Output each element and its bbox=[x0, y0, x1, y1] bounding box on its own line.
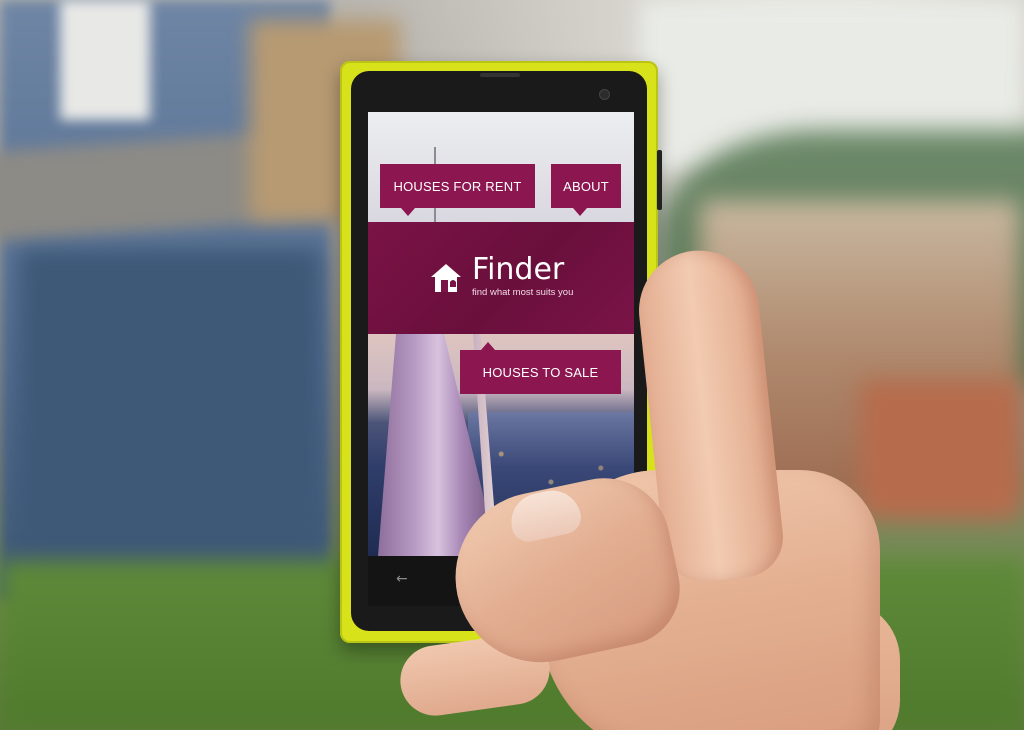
app-tagline: find what most suits you bbox=[472, 287, 574, 298]
houses-to-sale-label: HOUSES TO SALE bbox=[482, 364, 599, 380]
side-button bbox=[657, 150, 662, 210]
house-icon bbox=[431, 263, 461, 292]
speaker-grille bbox=[480, 73, 520, 77]
rent-pointer bbox=[401, 208, 415, 216]
front-camera-icon bbox=[599, 89, 610, 100]
background-window bbox=[60, 0, 150, 120]
back-arrow-icon[interactable]: ← bbox=[396, 571, 408, 587]
houses-for-rent-label: HOUSES FOR RENT bbox=[393, 178, 522, 194]
app-name: Finder bbox=[472, 252, 565, 287]
scene: HOUSES FOR RENT ABOUT Finder find what m… bbox=[0, 0, 1024, 730]
about-pointer bbox=[573, 208, 587, 216]
houses-to-sale-button[interactable]: HOUSES TO SALE bbox=[460, 350, 621, 394]
about-button[interactable]: ABOUT bbox=[551, 164, 621, 208]
houses-for-rent-button[interactable]: HOUSES FOR RENT bbox=[380, 164, 535, 208]
background-brick-house bbox=[860, 380, 1020, 520]
finder-logo: Finder find what most suits you bbox=[428, 255, 573, 298]
background-porch bbox=[20, 250, 320, 550]
about-label: ABOUT bbox=[563, 178, 609, 194]
sale-pointer bbox=[481, 342, 495, 350]
